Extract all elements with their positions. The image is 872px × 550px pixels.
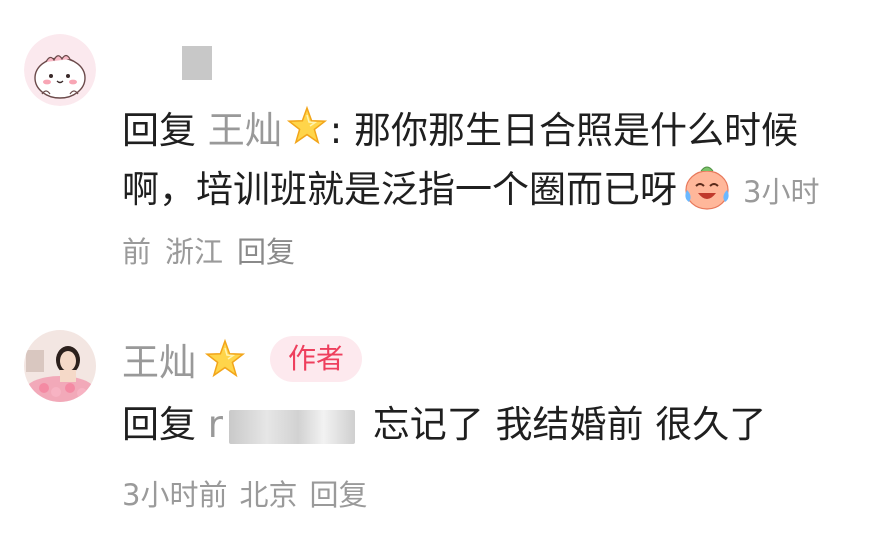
comment-location: 北京 bbox=[239, 478, 298, 512]
redacted-username bbox=[182, 46, 212, 80]
gold-star-icon bbox=[204, 338, 246, 378]
gold-star-icon bbox=[286, 105, 327, 145]
reply-target-name[interactable]: r bbox=[208, 403, 223, 446]
comment-text: 忘记了 我结婚前 很久了 bbox=[372, 403, 767, 446]
avatar[interactable] bbox=[24, 330, 96, 402]
laughing-crying-emoji-icon bbox=[685, 166, 729, 210]
comment-time: 3小时前 bbox=[122, 478, 228, 512]
redacted-username bbox=[228, 409, 355, 444]
comment-item: 回复 王灿 : 那你那生日合照是什么时候啊，培训班就是泛指一个圈而已呀 3小时前… bbox=[0, 0, 872, 300]
reply-button[interactable]: 回复 bbox=[237, 235, 295, 269]
author-row: 王灿 作者 bbox=[122, 332, 363, 386]
comment-body: 回复 王灿 : 那你那生日合照是什么时候啊，培训班就是泛指一个圈而已呀 3小时前… bbox=[122, 102, 822, 281]
reply-target-name[interactable]: 王灿 bbox=[208, 109, 282, 152]
comment-location: 浙江 bbox=[165, 235, 224, 269]
avatar[interactable] bbox=[24, 34, 96, 106]
reply-prefix: 回复 bbox=[122, 109, 196, 152]
comment-item: 王灿 作者 回复 r 忘记了 我结婚前 很久了 3小时前 北京 回复 bbox=[0, 300, 872, 550]
reply-prefix: 回复 bbox=[122, 403, 196, 446]
author-name[interactable]: 王灿 bbox=[122, 332, 196, 386]
comment-meta: 3小时前 北京 回复 bbox=[122, 472, 379, 514]
author-tag-badge: 作者 bbox=[270, 336, 363, 382]
author-row bbox=[122, 46, 212, 80]
cartoon-avatar-icon bbox=[24, 34, 96, 106]
reply-button[interactable]: 回复 bbox=[309, 478, 367, 512]
user-photo-avatar-icon bbox=[24, 330, 96, 402]
comment-body: 回复 r 忘记了 我结婚前 很久了 bbox=[122, 396, 822, 454]
